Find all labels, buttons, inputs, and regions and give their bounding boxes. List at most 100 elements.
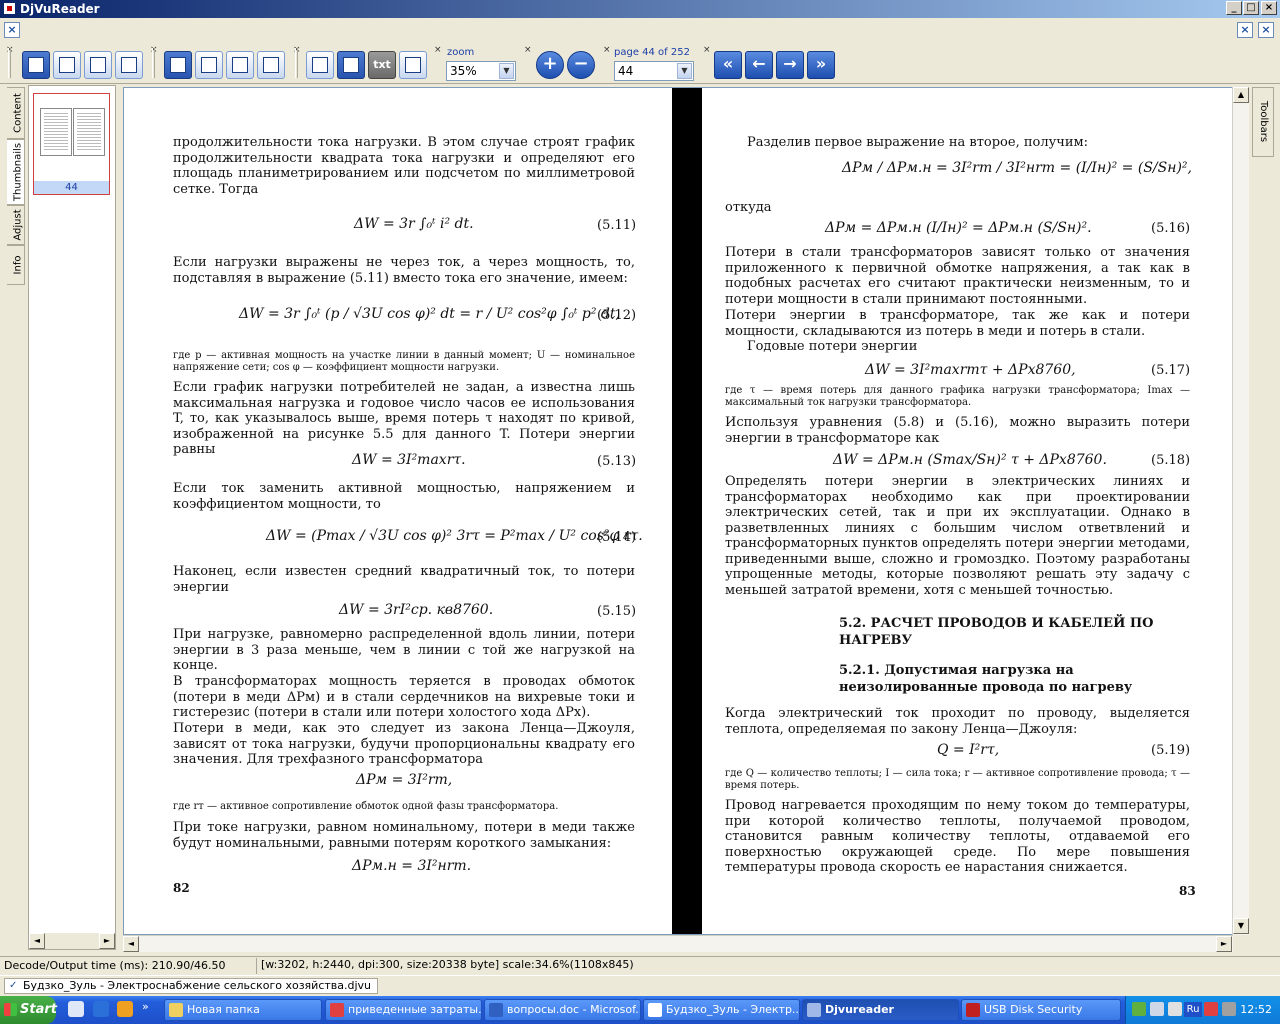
toolbar: × × × txt × zoom 35% ▼ × + − × page 44 o… (0, 42, 1280, 84)
equation-number: (5.15) (597, 604, 637, 619)
color-mode-button[interactable] (337, 51, 365, 79)
system-tray: Ru 12:52 (1125, 996, 1280, 1024)
layout-single-button[interactable] (22, 51, 50, 79)
formula: ΔW = 3r ∫₀ᵗ (p / √3U cos φ)² dt = r / U²… (239, 306, 620, 322)
task-item-usb-security[interactable]: USB Disk Security (961, 999, 1121, 1021)
djvureader-icon (807, 1003, 821, 1017)
task-item-djvureader[interactable]: Djvureader (802, 999, 959, 1021)
first-page-button[interactable]: « (714, 51, 742, 79)
task-item-label: вопросы.doc - Microsof... (507, 1003, 641, 1016)
formula: ΔPм = ΔPм.н (I/Iн)² = ΔPм.н (S/Sн)². (825, 220, 1092, 236)
mdi-close-left-icon[interactable]: × (4, 22, 20, 38)
scroll-right-icon[interactable]: ► (99, 933, 115, 949)
scroll-right-icon[interactable]: ► (1216, 936, 1232, 952)
scroll-left-icon[interactable]: ◄ (29, 933, 45, 949)
task-item-label: Будзко_Зуль - Электр... (666, 1003, 800, 1016)
equation-number: (5.18) (1151, 453, 1191, 468)
horizontal-scrollbar[interactable]: ◄ ► (123, 935, 1233, 952)
language-indicator[interactable]: Ru (1184, 1002, 1202, 1017)
view-thumbs-button[interactable] (257, 51, 285, 79)
taskbar: Start » Новая папка приведенные затраты.… (0, 996, 1280, 1024)
zoom-toolbar-close-icon[interactable]: × (434, 46, 443, 55)
volume-icon[interactable] (1168, 1002, 1182, 1016)
right-paragraph: Разделив первое выражение на второе, пол… (747, 135, 1088, 150)
prev-page-button[interactable]: ← (745, 51, 773, 79)
layout-double-button[interactable] (53, 51, 81, 79)
zoom-label: zoom (447, 47, 475, 58)
text-mode-button[interactable]: txt (368, 51, 396, 79)
toolbars-tab[interactable]: Toolbars (1252, 87, 1274, 157)
title-bar[interactable]: DjVuReader _ □ × (0, 0, 1280, 18)
minimize-button[interactable]: _ (1226, 1, 1242, 15)
right-paragraph: Когда электрический ток проходит по пров… (725, 706, 1190, 737)
right-paragraph: Используя уравнения (5.8) и (5.16), можн… (725, 415, 1190, 446)
last-page-button[interactable]: » (807, 51, 835, 79)
toolbar3-grip[interactable] (295, 48, 298, 78)
task-item-djvu-doc[interactable]: Будзко_Зуль - Электр... (643, 999, 800, 1021)
zoom-in-button[interactable]: + (536, 51, 564, 79)
toolbar-grip[interactable] (8, 48, 11, 78)
copy-button[interactable] (399, 51, 427, 79)
tools-icon[interactable] (1222, 1002, 1236, 1016)
two-page-icon (201, 57, 217, 73)
page-combo[interactable]: 44 ▼ (614, 61, 694, 81)
left-paragraph: продолжительности тока нагрузки. В этом … (173, 135, 635, 197)
media-icon[interactable] (117, 1001, 133, 1017)
view-fit-button[interactable] (226, 51, 254, 79)
safely-remove-icon[interactable] (1204, 1002, 1218, 1016)
scroll-up-icon[interactable]: ▲ (1233, 87, 1249, 103)
zoom-btns-close-icon[interactable]: × (524, 46, 533, 55)
thumbnail-scrollbar[interactable]: ◄ ► (29, 933, 115, 949)
ie-icon[interactable] (93, 1001, 109, 1017)
thumbnail-item[interactable]: 44 (33, 93, 110, 195)
zoom-out-button[interactable]: − (567, 51, 595, 79)
footnote: где τ — время потерь для данного графика… (725, 385, 1190, 408)
close-button[interactable]: × (1261, 1, 1277, 15)
select-rect-button[interactable] (306, 51, 334, 79)
tab-content[interactable]: Content (7, 87, 25, 139)
nav-toolbar-close-icon[interactable]: × (703, 46, 712, 55)
task-item-word[interactable]: вопросы.doc - Microsof... (484, 999, 641, 1021)
mdi-close-icon[interactable]: × (1237, 22, 1253, 38)
tab-info-label: Info (12, 255, 24, 275)
toolbar2-grip[interactable] (152, 48, 155, 78)
page-toolbar-close-icon[interactable]: × (603, 46, 612, 55)
folder-icon (169, 1003, 183, 1017)
equation-number: (5.13) (597, 454, 637, 469)
vertical-scrollbar[interactable]: ▲ ▼ (1232, 87, 1249, 935)
document-window-tab[interactable]: Будзко_Зуль - Электроснабжение сельского… (4, 978, 379, 994)
start-button[interactable]: Start (0, 996, 57, 1024)
tab-info[interactable]: Info (7, 245, 25, 285)
maximize-button[interactable]: □ (1243, 1, 1259, 15)
layout-grid-button[interactable] (115, 51, 143, 79)
task-item-folder[interactable]: Новая папка (164, 999, 322, 1021)
view-two-page-button[interactable] (195, 51, 223, 79)
search-icon[interactable] (1150, 1002, 1164, 1016)
chevron-down-icon[interactable]: ▼ (499, 63, 514, 79)
subsection-heading: 5.2.1. Допустимая нагрузка на неизолиров… (839, 663, 1133, 695)
formula: ΔPм = 3I²rт, (356, 772, 453, 788)
left-paragraph: Если график нагрузки потребителей не зад… (173, 380, 635, 457)
scroll-left-icon[interactable]: ◄ (123, 936, 139, 952)
layout-continuous-button[interactable] (84, 51, 112, 79)
page-label: page 44 of 252 (614, 47, 690, 58)
chevron-down-icon[interactable]: ▼ (677, 63, 692, 79)
scroll-down-icon[interactable]: ▼ (1233, 918, 1249, 934)
view-page-button[interactable] (164, 51, 192, 79)
formula: ΔW = 3I²maxrτ. (352, 452, 466, 468)
footnote: где Q — количество теплоты; I — сила ток… (725, 768, 1190, 791)
next-page-button[interactable]: → (776, 51, 804, 79)
footnote: где rт — активное сопротивление обмоток … (173, 801, 559, 812)
left-paragraph: В трансформаторах мощность теряется в пр… (173, 674, 635, 720)
quicklaunch-more-icon[interactable]: » (142, 1000, 149, 1013)
show-desktop-icon[interactable] (68, 1001, 84, 1017)
mdi-close-right-icon[interactable]: × (1258, 22, 1274, 38)
task-item-browser[interactable]: приведенные затраты... (325, 999, 482, 1021)
thumbnail-right-page (73, 108, 105, 156)
document-view[interactable]: продолжительности тока нагрузки. В этом … (123, 87, 1249, 935)
sidebar-tabs: Content Thumbnails Adjust Info (0, 85, 28, 955)
formula: ΔW = 3r ∫₀ᵗ i² dt. (354, 216, 474, 232)
zoom-combo[interactable]: 35% ▼ (446, 61, 516, 81)
network-icon[interactable] (1132, 1002, 1146, 1016)
layout-continuous-icon (90, 57, 106, 73)
